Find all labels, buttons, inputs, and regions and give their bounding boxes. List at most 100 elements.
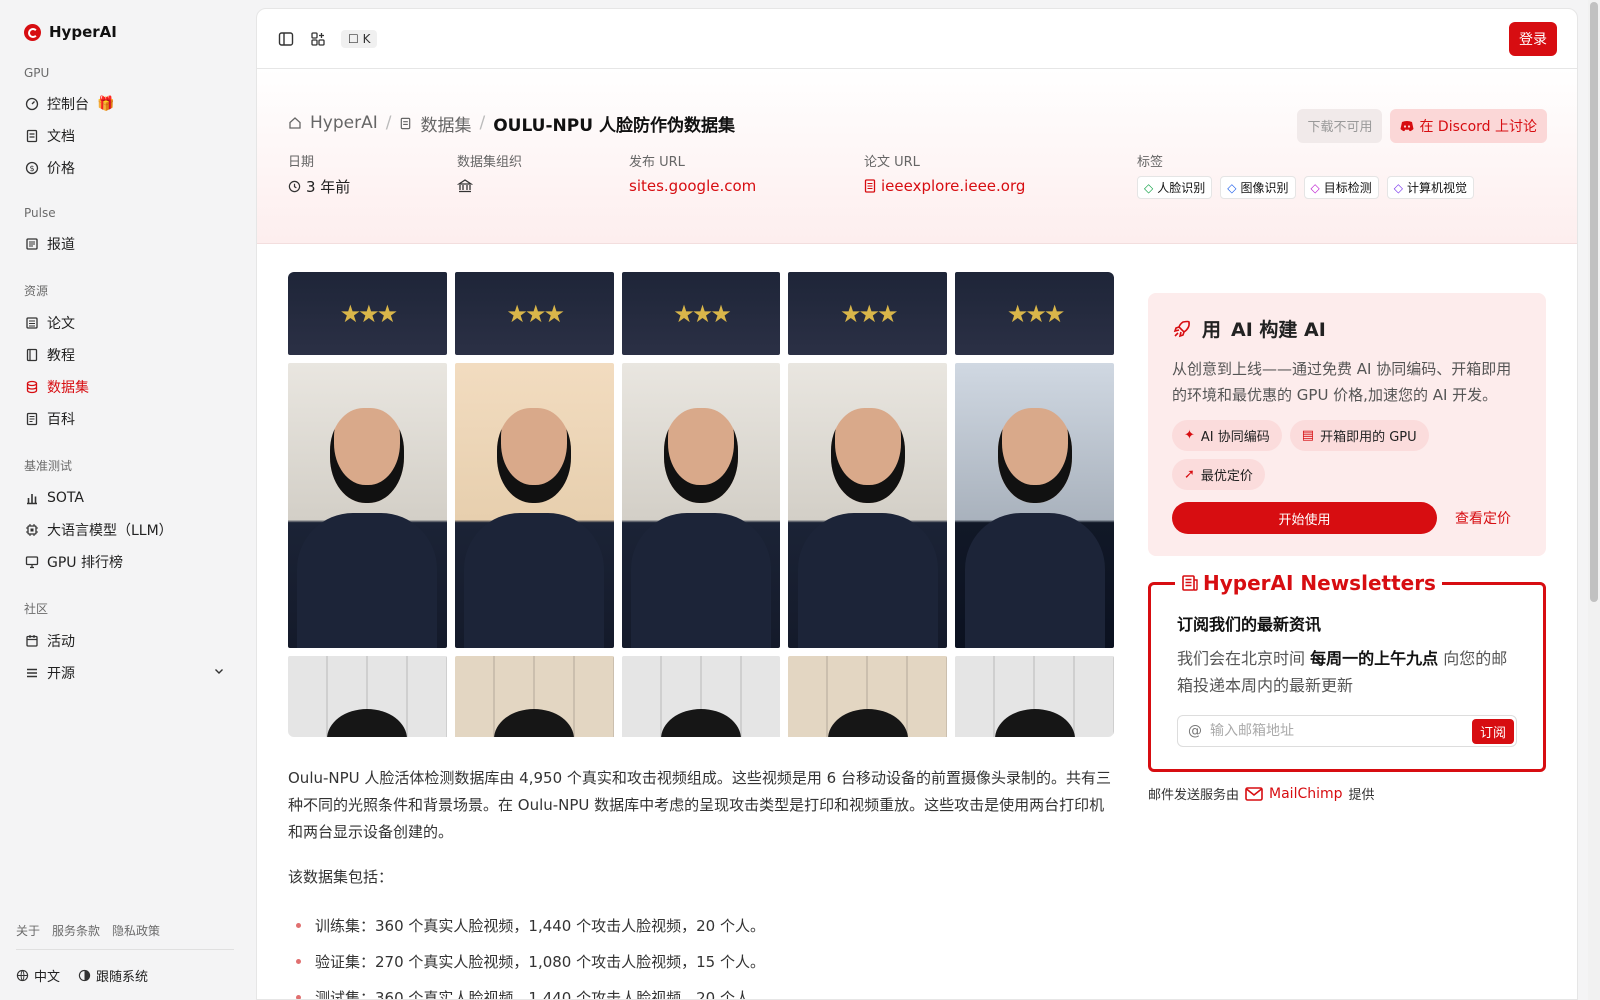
tag-icon: ◇: [1227, 180, 1237, 195]
feature-chip-pricing: ➚ 最优定价: [1172, 459, 1265, 490]
sidebar-toggle-icon[interactable]: [277, 30, 295, 48]
download-button[interactable]: 下载不可用: [1297, 109, 1383, 143]
promo-title: 用 AI 构建 AI: [1172, 315, 1522, 342]
section-label-resources: 资源: [24, 284, 49, 298]
sidebar-item-label: 文档: [47, 129, 75, 145]
tag-object-detection[interactable]: ◇ 目标检测: [1303, 176, 1379, 199]
paper-icon: [25, 316, 39, 330]
meta-url-link[interactable]: sites.google.com: [629, 176, 864, 196]
sidebar-item-tutorials[interactable]: 教程: [16, 339, 234, 371]
tag-icon: ◇: [1393, 180, 1403, 195]
list-item: 训练集：360 个真实人脸视频，1,440 个攻击人脸视频，20 个人。: [288, 907, 1114, 943]
mail-credit-post: 提供: [1348, 788, 1375, 803]
tag-label: 图像识别: [1240, 181, 1289, 195]
header-actions: 下载不可用 在 Discord 上讨论: [1297, 109, 1547, 143]
footer-settings: 中文 跟随系统: [16, 950, 234, 1000]
sidebar-item-llm[interactable]: 大语言模型（LLM）: [16, 514, 234, 546]
preview-tile: [288, 363, 447, 648]
list-item-text: 训练集：360 个真实人脸视频，1,440 个攻击人脸视频，20 个人。: [315, 916, 765, 935]
dataset-description: Oulu-NPU 人脸活体检测数据库由 4,950 个真实和攻击视频组成。这些视…: [288, 769, 1111, 841]
sidebar-item-wiki[interactable]: 百科: [16, 403, 234, 435]
apps-icon[interactable]: [309, 30, 327, 48]
sidebar-item-news[interactable]: 报道: [16, 228, 234, 260]
tag-computer-vision[interactable]: ◇ 计算机视觉: [1386, 176, 1474, 199]
at-icon: @: [1188, 723, 1202, 739]
preview-tile: [454, 656, 614, 737]
sidebar-item-papers[interactable]: 论文: [16, 307, 234, 339]
tag-face-recognition[interactable]: ◇ 人脸识别: [1137, 176, 1213, 199]
preview-tile: [288, 656, 447, 737]
discord-button[interactable]: 在 Discord 上讨论: [1390, 109, 1547, 143]
promo-features: ✦ AI 协同编码 ▤ 开箱即用的 GPU ➚ 最优定价: [1172, 420, 1522, 490]
newsletter-form: @ 订阅: [1177, 715, 1517, 747]
search-shortcut[interactable]: ☐ K: [341, 29, 378, 48]
list-item: 测试集：360 个真实人脸视频，1,440 个攻击人脸视频，20 个人。: [288, 979, 1114, 1000]
app-root: HyperAI GPU 控制台 🎁 文档 $ 价格 Pulse 报道 资源 论文: [0, 0, 1600, 1000]
sidebar-item-events[interactable]: 活动: [16, 625, 234, 657]
breadcrumb-home[interactable]: HyperAI: [310, 113, 378, 133]
bar-chart-icon: [25, 491, 39, 505]
list-item: 验证集：270 个真实人脸视频，1,080 个攻击人脸视频，15 个人。: [288, 943, 1114, 979]
gift-icon: 🎁: [97, 96, 115, 112]
meta-paper-link[interactable]: ieeexplore.ieee.org: [864, 176, 1137, 196]
tag-icon: ◇: [1310, 180, 1320, 195]
preview-tile: [621, 363, 781, 648]
breadcrumb-datasets[interactable]: 数据集: [420, 111, 471, 136]
dataset-preview-image: [288, 272, 1114, 737]
newsletter-desc-bold: 每周一的上午九点: [1310, 649, 1439, 668]
meta-org: 数据集组织: [457, 151, 629, 199]
subscribe-button[interactable]: 订阅: [1471, 718, 1514, 744]
theme-switcher[interactable]: 跟随系统: [78, 966, 148, 985]
mailchimp-link[interactable]: MailChimp: [1269, 786, 1343, 802]
mail-credit: 邮件发送服务由 MailChimp 提供: [1148, 784, 1546, 804]
sidebar-item-sota[interactable]: SOTA: [16, 482, 234, 514]
sidebar-item-label: 数据集: [47, 380, 89, 396]
section-label-benchmarks: 基准测试: [24, 459, 73, 473]
mail-icon: [1245, 786, 1263, 801]
svg-text:$: $: [29, 164, 34, 173]
footer-link-privacy[interactable]: 隐私政策: [112, 922, 160, 939]
globe-icon: [16, 969, 29, 981]
meta-paper-label: 论文 URL: [864, 155, 920, 170]
news-icon: [25, 237, 39, 251]
sidebar-item-gpu-leaderboard[interactable]: GPU 排行榜: [16, 546, 234, 578]
brand[interactable]: HyperAI: [16, 20, 234, 44]
newsletter-legend: HyperAI Newsletters: [1175, 571, 1442, 595]
preview-tile: [454, 272, 614, 355]
get-started-button[interactable]: 开始使用: [1172, 502, 1437, 534]
email-input[interactable]: [1210, 723, 1464, 739]
sidebar-item-datasets[interactable]: 数据集: [16, 371, 234, 403]
newsletter-title: 订阅我们的最新资讯: [1177, 615, 1322, 634]
breadcrumb-separator: /: [385, 113, 392, 133]
list-item-text: 测试集：360 个真实人脸视频，1,440 个攻击人脸视频，20 个人。: [315, 988, 765, 1000]
page-scrollbar[interactable]: [1588, 0, 1600, 1000]
scrollbar-thumb[interactable]: [1590, 2, 1598, 602]
sparkle-icon: ✦: [1184, 428, 1195, 443]
sidebar-item-console[interactable]: 控制台 🎁: [16, 88, 234, 120]
sidebar-item-open-source[interactable]: 开源: [16, 657, 234, 689]
chip-label: 最优定价: [1200, 469, 1253, 484]
dataset-header: HyperAI / 数据集 / OULU-NPU 人脸防作伪数据集 下载不可用 …: [257, 69, 1577, 244]
sidebar-item-label: 大语言模型（LLM）: [47, 523, 173, 539]
view-pricing-link[interactable]: 查看定价: [1455, 508, 1511, 528]
login-button[interactable]: 登录: [1509, 21, 1557, 56]
preview-tile: [788, 272, 948, 355]
chevron-down-icon[interactable]: [213, 665, 225, 681]
sidebar-item-pricing[interactable]: $ 价格: [16, 152, 234, 184]
meta-date-value-row: 3 年前: [288, 176, 457, 196]
meta-tags-label: 标签: [1137, 155, 1164, 170]
preview-tile: [621, 656, 781, 737]
footer-link-terms[interactable]: 服务条款: [52, 922, 100, 939]
sidebar-item-docs[interactable]: 文档: [16, 120, 234, 152]
promo-title-main: AI 构建 AI: [1231, 319, 1326, 341]
promo-description: 从创意到上线——通过免费 AI 协同编码、开箱即用的环境和最优惠的 GPU 价格…: [1172, 360, 1512, 404]
section-label-community: 社区: [24, 602, 49, 616]
language-switcher[interactable]: 中文: [16, 966, 60, 985]
footer-link-about[interactable]: 关于: [16, 922, 40, 939]
meta-date-value: 3 年前: [306, 177, 351, 196]
meta-paper-value: ieeexplore.ieee.org: [881, 177, 1026, 195]
tag-image-recognition[interactable]: ◇ 图像识别: [1220, 176, 1296, 199]
dataset-split-list: 训练集：360 个真实人脸视频，1,440 个攻击人脸视频，20 个人。 验证集…: [288, 907, 1114, 1000]
preview-tile: [955, 272, 1114, 355]
preview-tile: [454, 363, 614, 648]
